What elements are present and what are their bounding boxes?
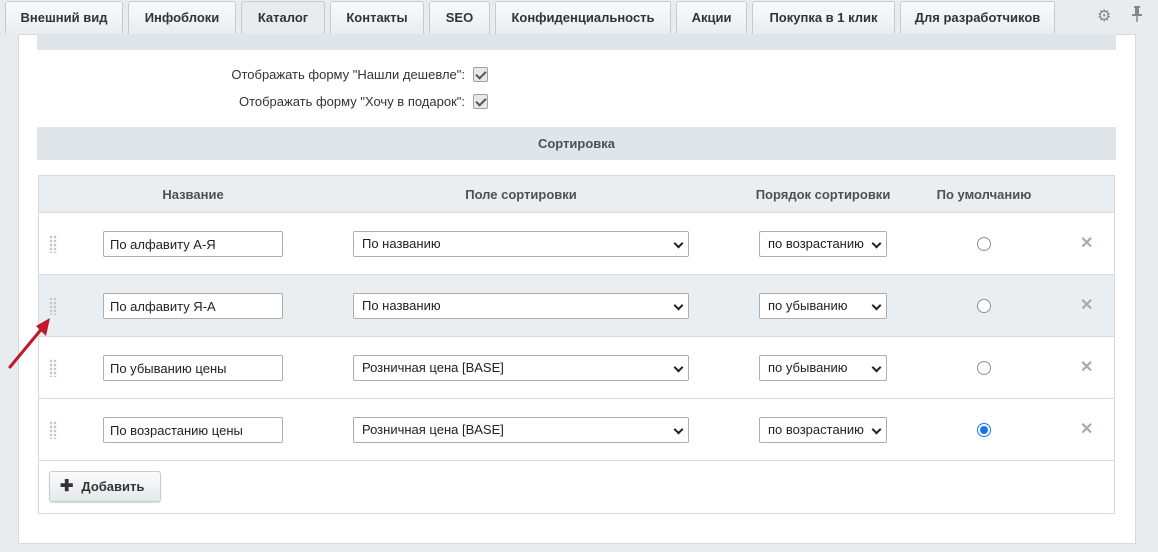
close-icon[interactable]: ✕ <box>1080 419 1093 439</box>
gift-form-checkbox[interactable] <box>473 93 488 109</box>
tab-promotions[interactable]: Акции <box>676 1 747 34</box>
chevron-down-icon <box>871 424 882 435</box>
sort-field-value: Розничная цена [BASE] <box>362 422 504 437</box>
default-radio[interactable] <box>977 299 991 313</box>
sort-field-select[interactable]: По названию <box>353 231 689 257</box>
drag-handle-icon[interactable] <box>49 235 57 253</box>
default-radio[interactable] <box>977 237 991 251</box>
chevron-down-icon <box>871 362 882 373</box>
sort-name-input[interactable] <box>103 417 283 443</box>
gear-icon[interactable]: ⚙ <box>1097 6 1111 26</box>
tab-bar: Внешний вид Инфоблоки Каталог Контакты S… <box>0 0 1158 34</box>
sort-order-select[interactable]: по убыванию <box>759 293 887 319</box>
sort-order-select[interactable]: по убыванию <box>759 355 887 381</box>
sort-name-input[interactable] <box>103 231 283 257</box>
sorting-table: Название Поле сортировки Порядок сортиро… <box>38 175 1115 514</box>
tab-catalog[interactable]: Каталог <box>241 1 325 34</box>
add-button[interactable]: ✚ Добавить <box>49 471 161 502</box>
option-gift-form: Отображать форму "Хочу в подарок": <box>0 91 488 111</box>
close-icon[interactable]: ✕ <box>1080 233 1093 253</box>
sorting-section-title: Сортировка <box>37 127 1116 160</box>
tab-seo[interactable]: SEO <box>429 1 490 34</box>
column-header-order: Порядок сортировки <box>755 187 891 202</box>
sort-field-value: По названию <box>362 236 441 251</box>
table-header: Название Поле сортировки Порядок сортиро… <box>39 176 1114 213</box>
tab-one-click-buy[interactable]: Покупка в 1 клик <box>752 1 895 34</box>
tab-infoblocks[interactable]: Инфоблоки <box>128 1 236 34</box>
add-button-label: Добавить <box>81 479 145 494</box>
tab-appearance[interactable]: Внешний вид <box>5 1 123 34</box>
sort-field-value: Розничная цена [BASE] <box>362 360 504 375</box>
sort-order-value: по убыванию <box>768 298 848 313</box>
chevron-down-icon <box>673 238 684 249</box>
close-icon[interactable]: ✕ <box>1080 357 1093 377</box>
close-icon[interactable]: ✕ <box>1080 295 1093 315</box>
option-label: Отображать форму "Хочу в подарок": <box>238 93 465 109</box>
plus-icon: ✚ <box>60 478 74 495</box>
cheaper-form-checkbox[interactable] <box>473 66 488 82</box>
sort-order-value: по возрастанию <box>768 236 864 251</box>
sort-field-value: По названию <box>362 298 441 313</box>
chevron-down-icon <box>673 424 684 435</box>
default-radio[interactable] <box>977 423 991 437</box>
sort-order-select[interactable]: по возрастанию <box>759 231 887 257</box>
column-header-name: Название <box>162 187 224 202</box>
chevron-down-icon <box>871 300 882 311</box>
sort-order-value: по убыванию <box>768 360 848 375</box>
column-header-default: По умолчанию <box>936 187 1032 202</box>
sort-field-select[interactable]: Розничная цена [BASE] <box>353 417 689 443</box>
pin-icon[interactable] <box>1131 6 1143 27</box>
table-row: По названию по возрастанию ✕ <box>39 213 1114 275</box>
column-header-field: Поле сортировки <box>465 187 577 202</box>
option-cheaper-form: Отображать форму "Нашли дешевле": <box>0 64 488 84</box>
sort-order-select[interactable]: по возрастанию <box>759 417 887 443</box>
annotation-arrow-icon <box>8 318 50 369</box>
tab-contacts[interactable]: Контакты <box>330 1 424 34</box>
chevron-down-icon <box>673 362 684 373</box>
table-row: Розничная цена [BASE] по возрастанию ✕ <box>39 399 1114 461</box>
sort-order-value: по возрастанию <box>768 422 864 437</box>
sort-name-input[interactable] <box>103 355 283 381</box>
drag-handle-icon[interactable] <box>49 421 57 439</box>
chevron-down-icon <box>673 300 684 311</box>
tab-developers[interactable]: Для разработчиков <box>900 1 1055 34</box>
sort-name-input[interactable] <box>103 293 283 319</box>
tab-privacy[interactable]: Конфиденциальность <box>495 1 671 34</box>
table-row: По названию по убыванию ✕ <box>39 275 1114 337</box>
option-label: Отображать форму "Нашли дешевле": <box>231 66 465 82</box>
table-row: Розничная цена [BASE] по убыванию ✕ <box>39 337 1114 399</box>
section-divider <box>37 34 1116 50</box>
chevron-down-icon <box>871 238 882 249</box>
sort-field-select[interactable]: По названию <box>353 293 689 319</box>
sort-field-select[interactable]: Розничная цена [BASE] <box>353 355 689 381</box>
default-radio[interactable] <box>977 361 991 375</box>
